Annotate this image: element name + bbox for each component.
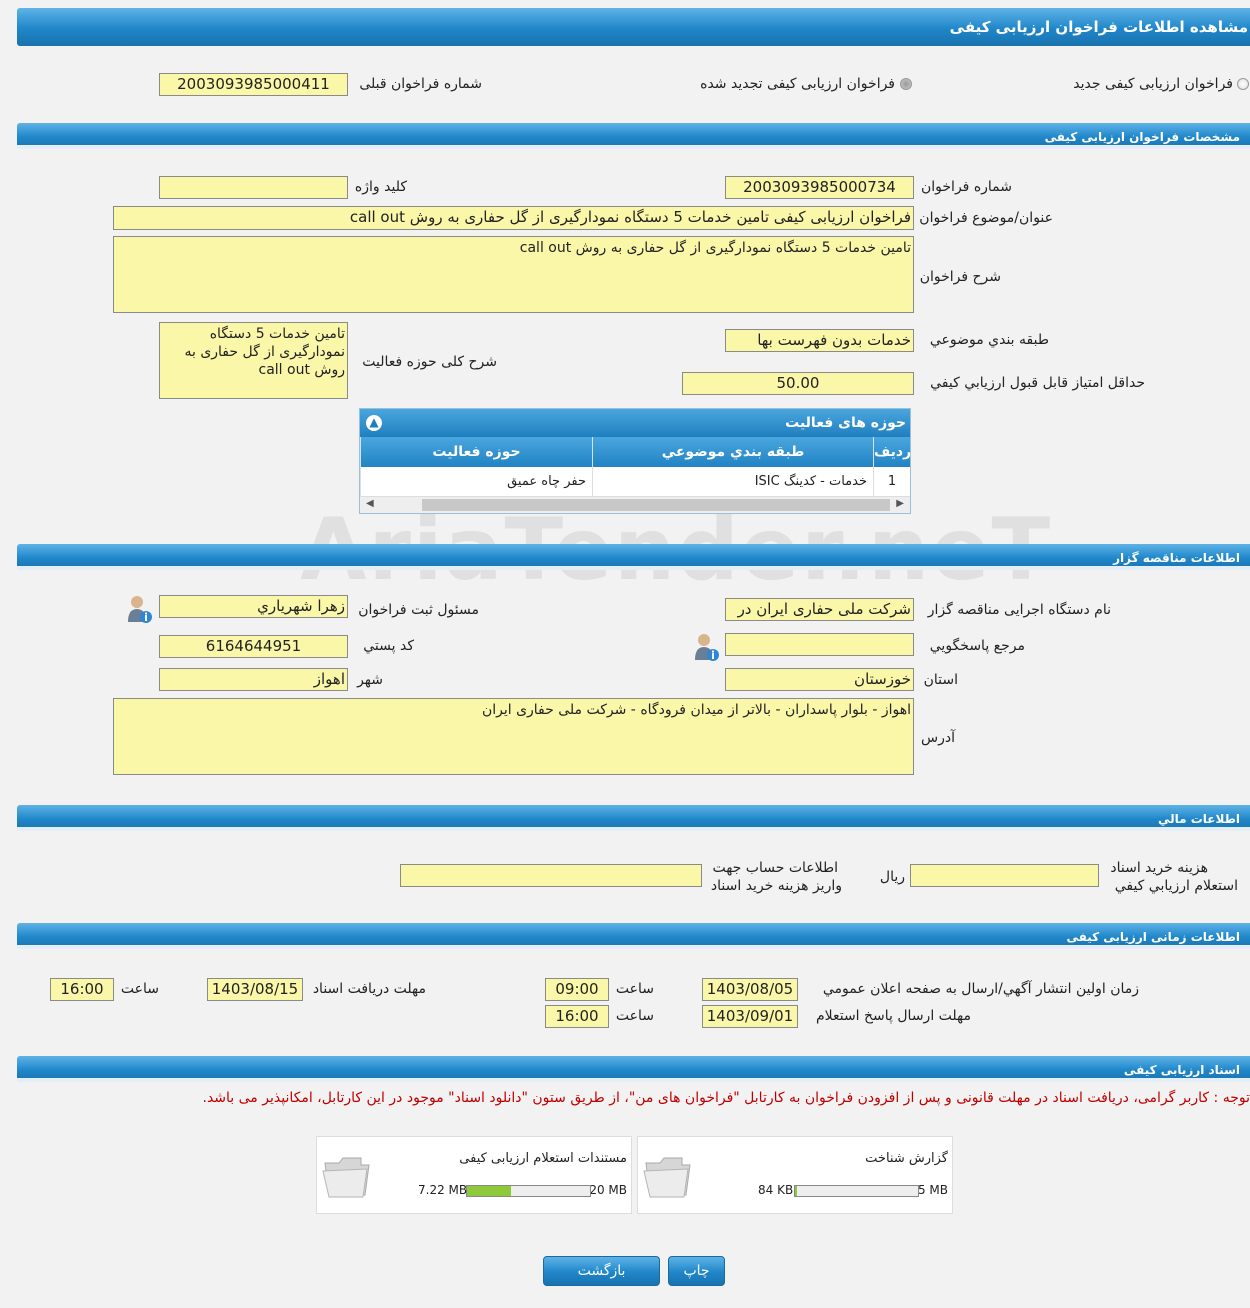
publish-label: زمان اولين انتشار آگهي/ارسال به صفحه اعل…: [822, 981, 1139, 997]
radio-renewed[interactable]: [900, 78, 912, 90]
section-spec-title: مشخصات فراخوان ارزيابی کيفی: [1044, 130, 1240, 144]
account-label-2: واريز هزينه خريد اسناد: [710, 878, 842, 894]
file-max-size: 20 MB: [589, 1183, 627, 1197]
file-used-size: 7.22 MB: [418, 1183, 468, 1197]
prev-number-field[interactable]: 2003093985000411: [159, 73, 348, 96]
activity-grid-title: حوزه های فعالیت: [785, 415, 906, 431]
ref-label: مرجع پاسخگويي: [929, 638, 1025, 654]
prev-number-label: شماره فراخوان قبلی: [359, 76, 482, 92]
section-org-title: اطلاعات مناقصه گزار: [1113, 551, 1240, 565]
radio-new-label: فراخوان ارزيابی کيفی جديد: [1073, 76, 1233, 92]
city-field[interactable]: اهواز: [159, 668, 348, 691]
scroll-right-icon[interactable]: ▶: [896, 498, 904, 509]
radio-new[interactable]: [1237, 78, 1249, 90]
section-timing: اطلاعات زمانی ارزيابی کيفی: [17, 923, 1250, 949]
org-field[interactable]: شرکت ملی حفاری ایران در: [725, 598, 914, 621]
grid-cell-n: 1: [873, 467, 910, 497]
province-field[interactable]: خوزستان: [725, 668, 914, 691]
response-time-field[interactable]: 16:00: [545, 1005, 609, 1028]
section-docs-title: اسناد ارزيابی کيفی: [1123, 1063, 1240, 1077]
category-label: طبقه بندي موضوعي: [929, 332, 1049, 348]
fee-label-1: هزينه خريد اسناد: [1110, 860, 1208, 876]
file-title: مستندات استعلام ارزيابی کيفی: [459, 1151, 627, 1166]
section-timing-title: اطلاعات زمانی ارزيابی کيفی: [1066, 930, 1240, 944]
section-spec: مشخصات فراخوان ارزيابی کيفی: [17, 123, 1250, 149]
file-progress-fill: [795, 1186, 797, 1196]
response-date-field[interactable]: 1403/09/01: [702, 1005, 798, 1028]
doc-deadline-date-field[interactable]: 1403/08/15: [207, 978, 303, 1001]
account-label-1: اطلاعات حساب جهت: [712, 860, 838, 876]
response-time-label: ساعت: [615, 1008, 654, 1024]
section-docs: اسناد ارزيابی کيفی: [17, 1056, 1250, 1082]
col-category: طبقه بندي موضوعي: [592, 437, 873, 467]
desc-field[interactable]: تامین خدمات 5 دستگاه نمودارگیری از گل حف…: [113, 236, 914, 313]
number-label: شماره فراخوان: [921, 179, 1012, 195]
file-card[interactable]: گزارش شناخت 5 MB 84 KB: [637, 1136, 953, 1214]
registrar-field[interactable]: زهرا شهرياري: [159, 595, 348, 618]
section-org: اطلاعات مناقصه گزار: [17, 544, 1250, 570]
file-title: گزارش شناخت: [865, 1151, 948, 1166]
collapse-icon[interactable]: ▲: [366, 415, 382, 431]
publish-time-label: ساعت: [615, 981, 654, 997]
ref-user-info-icon[interactable]: [692, 632, 720, 662]
page-title-bar: مشاهده اطلاعات فراخوان ارزيابی کيفی: [17, 8, 1250, 46]
radio-renewed-label: فراخوان ارزيابی کيفی تجديد شده: [700, 76, 895, 92]
number-field[interactable]: 2003093985000734: [725, 176, 914, 199]
min-score-label: حداقل امتياز قابل قبول ارزيابي کيفي: [930, 375, 1145, 391]
registrar-label: مسئول ثبت فراخوان: [358, 602, 479, 618]
publish-time-field[interactable]: 09:00: [545, 978, 609, 1001]
min-score-field[interactable]: 50.00: [682, 372, 914, 395]
col-field: حوزه فعاليت: [360, 437, 592, 467]
folder-icon: [322, 1157, 370, 1198]
file-card[interactable]: مستندات استعلام ارزيابی کيفی 20 MB 7.22 …: [316, 1136, 632, 1214]
province-label: استان: [923, 672, 958, 688]
file-progress-fill: [467, 1186, 512, 1196]
keyword-label: کليد واژه: [354, 179, 407, 195]
registrar-user-info-icon[interactable]: [125, 594, 153, 624]
doc-deadline-label: مهلت دریافت اسناد: [312, 981, 426, 997]
page-title: مشاهده اطلاعات فراخوان ارزيابی کيفی: [949, 18, 1248, 36]
postal-field[interactable]: 6164644951: [159, 635, 348, 658]
section-finance: اطلاعات مالي: [17, 805, 1250, 831]
response-label: مهلت ارسال پاسخ استعلام: [815, 1008, 971, 1024]
currency-label: ريال: [879, 869, 905, 885]
section-finance-title: اطلاعات مالي: [1157, 812, 1240, 826]
title-label: عنوان/موضوع فراخوان: [919, 210, 1053, 226]
keyword-field[interactable]: [159, 176, 348, 199]
grid-scrollbar[interactable]: ◀ ▶: [360, 496, 910, 513]
category-field[interactable]: خدمات بدون فهرست بها: [725, 329, 914, 352]
doc-deadline-time-field[interactable]: 16:00: [50, 978, 114, 1001]
org-label: نام دستگاه اجرایی مناقصه گزار: [927, 602, 1111, 618]
fee-field[interactable]: [910, 864, 1099, 887]
file-progress: [794, 1185, 919, 1197]
address-label: آدرس: [921, 730, 955, 746]
file-used-size: 84 KB: [758, 1183, 794, 1197]
publish-date-field[interactable]: 1403/08/05: [702, 978, 798, 1001]
col-row: رديف: [873, 437, 911, 467]
desc-label: شرح فراخوان: [919, 269, 1001, 285]
fee-label-2: استعلام ارزيابي کيفي: [1114, 878, 1238, 894]
scroll-left-icon[interactable]: ◀: [366, 498, 374, 509]
docs-notice: توجه : کاربر گرامی، دریافت اسناد در مهلت…: [202, 1090, 1250, 1106]
city-label: شهر: [357, 672, 383, 688]
grid-cell-category: خدمات - کدينگ ISIC: [592, 467, 873, 497]
address-field[interactable]: اهواز - بلوار پاسداران - بالاتر از میدان…: [113, 698, 914, 775]
file-max-size: 5 MB: [917, 1183, 948, 1197]
grid-cell-field: حفر چاه عمیق: [360, 467, 592, 497]
back-button[interactable]: بازگشت: [543, 1256, 660, 1286]
account-field[interactable]: [400, 864, 702, 887]
ref-field[interactable]: [725, 633, 914, 656]
activity-desc-label: شرح کلی حوزه فعالیت: [362, 354, 497, 370]
print-button[interactable]: چاپ: [668, 1256, 725, 1286]
file-progress: [466, 1185, 591, 1197]
folder-icon: [643, 1157, 691, 1198]
activity-grid: حوزه های فعالیت ▲ رديف طبقه بندي موضوعي …: [359, 408, 911, 514]
title-field[interactable]: فراخوان ارزیابی کیفی تامین خدمات 5 دستگا…: [113, 206, 914, 230]
activity-desc-field[interactable]: تامین خدمات 5 دستگاه نمودارگیری از گل حف…: [159, 322, 348, 399]
activity-grid-header: حوزه های فعالیت ▲: [360, 409, 910, 437]
scroll-thumb[interactable]: [422, 499, 890, 511]
postal-label: کد پستي: [363, 638, 414, 654]
doc-deadline-time-label: ساعت: [120, 981, 159, 997]
